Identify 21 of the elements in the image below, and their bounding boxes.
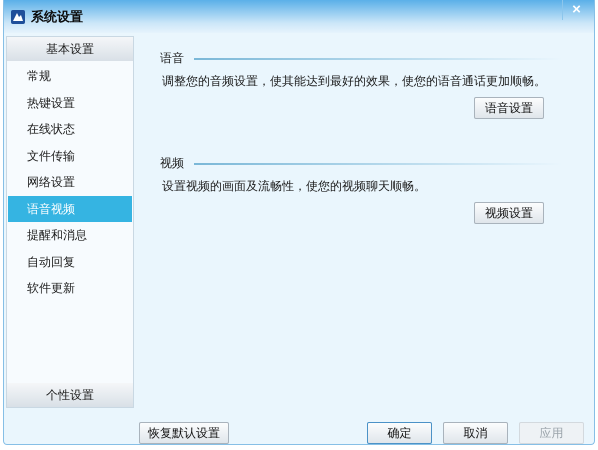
settings-button[interactable]: 语音设置 (474, 97, 544, 119)
dialog-button[interactable]: 取消 (443, 422, 508, 444)
section-description: 调整您的音频设置，使其能达到最好的效果，使您的语音通话更加顺畅。 (161, 73, 547, 90)
restore-defaults-button[interactable]: 恢复默认设置 (139, 422, 229, 444)
app-icon (11, 10, 25, 24)
section-description: 设置视频的画面及流畅性，使您的视频聊天顺畅。 (161, 178, 427, 195)
ok-button[interactable]: 确定 (367, 422, 432, 444)
sidebar-item[interactable]: 在线状态 (8, 116, 132, 142)
sidebar-item[interactable]: 软件更新 (8, 275, 132, 302)
section-title: 语音 (160, 50, 184, 67)
section-title: 视频 (160, 155, 184, 172)
sidebar-item[interactable]: 文件传输 (8, 142, 132, 169)
sidebar-item[interactable]: 提醒和消息 (8, 222, 132, 248)
settings-button[interactable]: 视频设置 (474, 202, 544, 224)
sidebar-item[interactable]: 自动回复 (8, 248, 132, 275)
sidebar-group-header[interactable]: 基本设置 (7, 37, 133, 61)
sidebar-item[interactable]: 常规 (8, 63, 132, 90)
window-title: 系统设置 (31, 8, 83, 26)
sidebar-item[interactable]: 热键设置 (8, 90, 132, 116)
sidebar-group-header[interactable]: 个性设置 (7, 383, 133, 407)
sidebar-item[interactable]: 网络设置 (8, 169, 132, 196)
